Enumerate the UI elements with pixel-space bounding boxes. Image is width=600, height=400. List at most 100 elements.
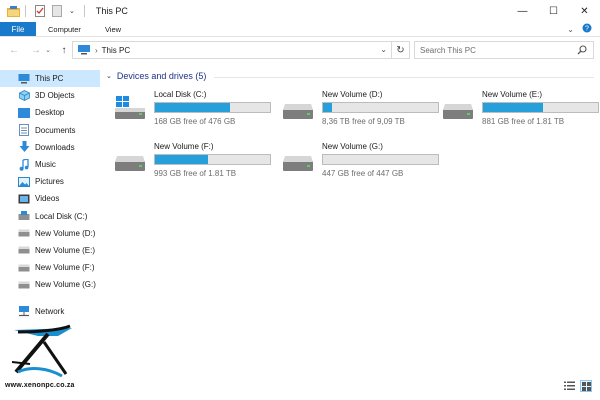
desktop-icon xyxy=(18,107,30,119)
section-title: Devices and drives (5) xyxy=(116,71,207,81)
minimize-button[interactable]: — xyxy=(507,0,538,22)
search-icon[interactable] xyxy=(577,45,587,55)
sidebar-item-new-volume-d[interactable]: New Volume (D:) xyxy=(0,225,100,242)
drive-free-space: 881 GB free of 1.81 TB xyxy=(482,117,565,126)
address-dropdown-icon[interactable]: ⌄ xyxy=(380,45,387,54)
drive-name: New Volume (E:) xyxy=(482,90,543,99)
drive-free-space: 8,36 TB free of 9,09 TB xyxy=(322,117,405,126)
navigation-row: ← → ⌄ ↑ › This PC ⌄ ↻ xyxy=(0,38,600,62)
address-bar[interactable]: › This PC ⌄ xyxy=(72,41,392,59)
title-bar: ⌄ This PC — ☐ ✕ xyxy=(0,0,600,22)
svg-text:?: ? xyxy=(585,26,589,33)
sidebar-item-label: New Volume (G:) xyxy=(35,280,96,290)
back-button[interactable]: ← xyxy=(6,42,22,58)
pc-icon xyxy=(18,73,30,85)
refresh-button[interactable]: ↻ xyxy=(392,41,410,59)
breadcrumb-chevron-icon[interactable]: › xyxy=(95,46,98,55)
sidebar-item-new-volume-f[interactable]: New Volume (F:) xyxy=(0,259,100,276)
drive-usage-bar xyxy=(482,102,599,113)
search-input[interactable] xyxy=(415,45,565,55)
download-icon xyxy=(18,141,30,153)
customize-toolbar-icon[interactable]: ⌄ xyxy=(69,7,75,15)
drive-usage-fill xyxy=(483,103,543,112)
drive-tile-c[interactable]: Local Disk (C:) 168 GB free of 476 GB xyxy=(114,90,284,134)
navigation-pane: This PC 3D Objects Desktop Documents Dow… xyxy=(0,70,100,330)
expand-ribbon-icon[interactable]: ⌄ xyxy=(567,25,574,34)
drive-usage-bar xyxy=(154,102,271,113)
sidebar-item-local-disk-c[interactable]: Local Disk (C:) xyxy=(0,208,100,225)
sidebar-item-new-volume-g[interactable]: New Volume (G:) xyxy=(0,276,100,293)
drive-name: Local Disk (C:) xyxy=(154,90,207,99)
maximize-button[interactable]: ☐ xyxy=(538,0,569,22)
explorer-icon[interactable] xyxy=(6,4,20,18)
drive-tile-e[interactable]: New Volume (E:) 881 GB free of 1.81 TB xyxy=(442,90,600,134)
drive-icon xyxy=(282,96,314,120)
drive-name: New Volume (G:) xyxy=(322,142,383,151)
details-view-icon[interactable] xyxy=(563,380,575,392)
window-title: This PC xyxy=(95,6,128,16)
drive-free-space: 168 GB free of 476 GB xyxy=(154,117,236,126)
sidebar-item-label: Network xyxy=(35,306,65,316)
sidebar-item-label: Local Disk (C:) xyxy=(35,211,88,221)
devices-section-header[interactable]: ⌄ Devices and drives (5) xyxy=(106,71,206,81)
drive-tile-d[interactable]: New Volume (D:) 8,36 TB free of 9,09 TB xyxy=(282,90,452,134)
network-icon xyxy=(18,305,30,317)
drive-icon xyxy=(18,262,30,274)
videos-icon xyxy=(18,193,30,205)
drive-icon xyxy=(18,279,30,291)
sidebar-item-label: New Volume (E:) xyxy=(35,245,96,255)
sidebar-item-label: This PC xyxy=(35,74,64,84)
tab-view[interactable]: View xyxy=(93,22,133,36)
system-drive-icon xyxy=(114,96,146,120)
section-divider xyxy=(214,77,594,78)
sidebar-item-new-volume-e[interactable]: New Volume (E:) xyxy=(0,242,100,259)
sidebar-item-label: Pictures xyxy=(35,177,64,187)
sidebar-item-label: New Volume (F:) xyxy=(35,263,95,273)
pictures-icon xyxy=(18,176,30,188)
xenonpc-logo xyxy=(8,322,78,382)
drive-tile-f[interactable]: New Volume (F:) 993 GB free of 1.81 TB xyxy=(114,142,284,186)
cube-icon xyxy=(18,90,30,102)
drive-icon xyxy=(114,148,146,172)
tab-file[interactable]: File xyxy=(0,22,36,36)
properties-icon[interactable] xyxy=(34,5,45,17)
help-icon[interactable]: ? xyxy=(582,23,592,35)
drive-tile-g[interactable]: New Volume (G:) 447 GB free of 447 GB xyxy=(282,142,452,186)
sidebar-item-documents[interactable]: Documents xyxy=(0,122,100,139)
drive-free-space: 447 GB free of 447 GB xyxy=(322,169,404,178)
close-button[interactable]: ✕ xyxy=(569,0,600,22)
window-controls: — ☐ ✕ xyxy=(507,0,600,22)
drive-free-space: 993 GB free of 1.81 TB xyxy=(154,169,237,178)
sidebar-item-music[interactable]: Music xyxy=(0,156,100,173)
search-box[interactable] xyxy=(414,41,594,59)
this-pc-icon xyxy=(77,45,91,55)
drive-usage-fill xyxy=(155,103,230,112)
ribbon-right-controls: ⌄ ? xyxy=(567,22,600,36)
drive-usage-fill xyxy=(323,103,333,112)
sidebar-item-downloads[interactable]: Downloads xyxy=(0,139,100,156)
ribbon-tabs: File Computer View ⌄ ? xyxy=(0,22,600,37)
sidebar-item-network[interactable]: Network xyxy=(0,302,100,319)
drive-usage-bar xyxy=(154,154,271,165)
up-button[interactable]: ↑ xyxy=(56,42,72,58)
sidebar-item-3d-objects[interactable]: 3D Objects xyxy=(0,87,100,104)
sidebar-item-this-pc[interactable]: This PC xyxy=(0,70,100,88)
drive-icon xyxy=(442,96,474,120)
drive-icon xyxy=(282,148,314,172)
new-folder-icon[interactable] xyxy=(51,5,62,17)
sidebar-item-label: Videos xyxy=(35,194,60,204)
collapse-chevron-icon[interactable]: ⌄ xyxy=(106,72,112,80)
sidebar-item-desktop[interactable]: Desktop xyxy=(0,104,100,121)
sidebar-item-label: Desktop xyxy=(35,108,65,118)
sidebar-item-pictures[interactable]: Pictures xyxy=(0,173,100,190)
forward-button[interactable]: → xyxy=(28,42,44,58)
breadcrumb-this-pc[interactable]: This PC xyxy=(102,46,130,55)
sidebar-item-videos[interactable]: Videos xyxy=(0,190,100,207)
tab-computer[interactable]: Computer xyxy=(36,22,93,36)
sidebar-item-label: New Volume (D:) xyxy=(35,228,96,238)
large-icons-view-icon[interactable] xyxy=(580,380,592,392)
recent-locations-button[interactable]: ⌄ xyxy=(44,42,52,58)
sidebar-item-label: 3D Objects xyxy=(35,91,75,101)
drive-usage-bar xyxy=(322,102,439,113)
